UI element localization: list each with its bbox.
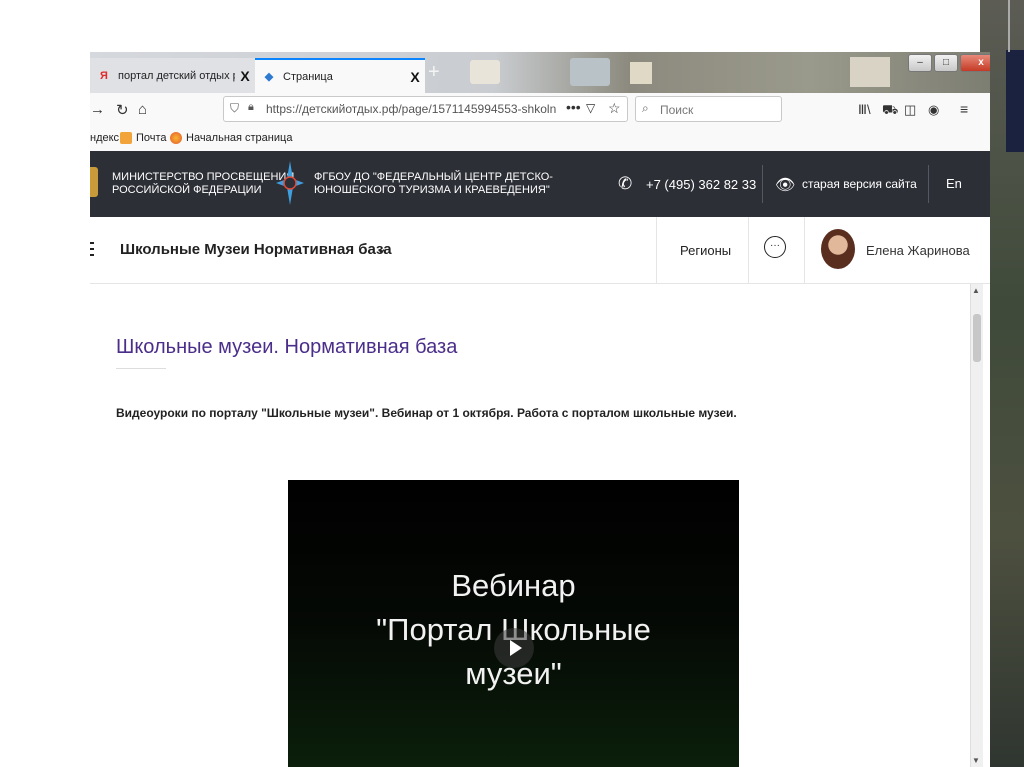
- slide-divider: [1008, 0, 1010, 52]
- reload-icon[interactable]: ↻: [116, 101, 129, 119]
- divider: [748, 217, 749, 283]
- section-title[interactable]: Школьные Музеи Нормативная база: [120, 241, 392, 258]
- page-title: Школьные музеи. Нормативная база: [116, 336, 458, 358]
- navigation-toolbar: → ↻ ⌂ ⛉ 🔒︎ https://детскийотдых.рф/page/…: [90, 93, 990, 128]
- tab-label: портал детский отдых рф — Я: [118, 69, 235, 82]
- video-player[interactable]: Вебинар "Портал Школьные музеи": [288, 480, 739, 767]
- sidebar-icon[interactable]: ◫: [904, 102, 916, 118]
- play-icon[interactable]: [494, 628, 534, 668]
- search-input[interactable]: ⌕ Поиск: [635, 96, 782, 122]
- bookmark-label: ндекс: [90, 132, 120, 144]
- desktop-background: [570, 58, 610, 86]
- scroll-down-icon[interactable]: ▼: [972, 756, 980, 765]
- shield-icon[interactable]: ⛉: [230, 101, 239, 116]
- forward-icon[interactable]: →: [90, 101, 105, 118]
- page-content: Школьные музеи. Нормативная база Видеоур…: [90, 284, 970, 767]
- bookmark-label: Начальная страница: [186, 132, 293, 144]
- slide-accent-bar: [1006, 50, 1024, 152]
- scrollbar[interactable]: ▲ ▼: [970, 284, 983, 767]
- close-icon[interactable]: X: [235, 68, 255, 84]
- close-icon[interactable]: X: [405, 69, 425, 85]
- divider: [804, 217, 805, 283]
- bookmark-mail[interactable]: Почта: [120, 132, 167, 144]
- avatar[interactable]: [821, 229, 855, 269]
- tab-yandex[interactable]: Я портал детский отдых рф — Я X: [90, 58, 255, 93]
- regions-link[interactable]: Регионы: [680, 243, 731, 258]
- language-switch[interactable]: En: [946, 176, 962, 191]
- tab-page[interactable]: ◆ Страница X: [255, 58, 425, 93]
- eye-icon: 👁︎: [775, 177, 796, 194]
- yandex-icon: Я: [100, 69, 108, 82]
- tab-label: Страница: [283, 70, 333, 83]
- divider: [656, 217, 657, 283]
- bookmark-label: Почта: [136, 132, 167, 144]
- site-navigation: Школьные Музеи Нормативная база ⌄ Регион…: [90, 217, 990, 284]
- chevron-down-icon[interactable]: ⌄: [375, 239, 388, 257]
- firefox-icon: [170, 132, 182, 144]
- minimize-button[interactable]: –: [908, 54, 932, 72]
- search-icon: ⌕: [642, 101, 649, 115]
- divider: [928, 165, 929, 203]
- tab-strip: Я портал детский отдых рф — Я X ◆ Страни…: [90, 52, 990, 93]
- desktop-background: [850, 57, 890, 87]
- phone-icon: ✆: [618, 174, 633, 193]
- lock-icon[interactable]: 🔒︎: [248, 101, 254, 114]
- center-name[interactable]: ФГБОУ ДО "ФЕДЕРАЛЬНЫЙ ЦЕНТР ДЕТСКО- ЮНОШ…: [314, 171, 553, 197]
- home-icon[interactable]: ⌂: [138, 101, 147, 118]
- window-close-button[interactable]: x: [960, 54, 990, 72]
- user-name[interactable]: Елена Жаринова: [866, 243, 970, 258]
- divider: [762, 165, 763, 203]
- desktop-background: [470, 60, 500, 84]
- page-actions-icon[interactable]: •••: [566, 99, 581, 115]
- hamburger-icon[interactable]: [90, 242, 94, 256]
- search-placeholder: Поиск: [660, 103, 694, 117]
- scroll-up-icon[interactable]: ▲: [972, 286, 980, 295]
- maximize-button[interactable]: □: [934, 54, 958, 72]
- window-controls: – □ x: [906, 54, 990, 72]
- address-bar[interactable]: ⛉ 🔒︎ https://детскийотдых.рф/page/157114…: [223, 96, 628, 122]
- divider: [116, 368, 166, 369]
- pocket-icon[interactable]: ▽: [586, 101, 595, 115]
- browser-window: Я портал детский отдых рф — Я X ◆ Страни…: [90, 52, 990, 767]
- site-header: МИНИСТЕРСТВО ПРОСВЕЩЕНИЯ РОССИЙСКОЙ ФЕДЕ…: [90, 151, 990, 217]
- new-tab-button[interactable]: +: [428, 61, 440, 84]
- emblem-icon: [90, 167, 98, 197]
- url-text[interactable]: https://детскийотдых.рф/page/15711459945…: [266, 102, 556, 116]
- account-icon[interactable]: ◉: [928, 102, 939, 118]
- bookmarks-bar: ндекс Почта Начальная страница: [90, 127, 990, 152]
- chat-icon[interactable]: ···: [764, 236, 786, 258]
- site-favicon-icon: ◆: [264, 71, 274, 83]
- video-lesson-heading: Видеоуроки по порталу "Школьные музеи". …: [116, 406, 737, 420]
- bookmark-yandex[interactable]: ндекс: [90, 132, 119, 144]
- scroll-thumb[interactable]: [973, 314, 981, 362]
- bookmark-star-icon[interactable]: ☆: [608, 100, 621, 117]
- desktop-background: [630, 62, 652, 84]
- ministry-name[interactable]: МИНИСТЕРСТВО ПРОСВЕЩЕНИЯ РОССИЙСКОЙ ФЕДЕ…: [112, 171, 294, 197]
- library-icon[interactable]: Ⅲ\: [858, 102, 871, 118]
- fcdut-logo-icon[interactable]: [276, 161, 304, 205]
- old-version-link[interactable]: старая версия сайта: [802, 177, 917, 191]
- bookmark-start-page[interactable]: Начальная страница: [170, 132, 292, 144]
- menu-icon[interactable]: ≡: [960, 101, 968, 117]
- cart-icon[interactable]: ⛟: [882, 102, 898, 120]
- phone-number[interactable]: +7 (495) 362 82 33: [646, 177, 756, 192]
- mail-icon: [120, 132, 132, 144]
